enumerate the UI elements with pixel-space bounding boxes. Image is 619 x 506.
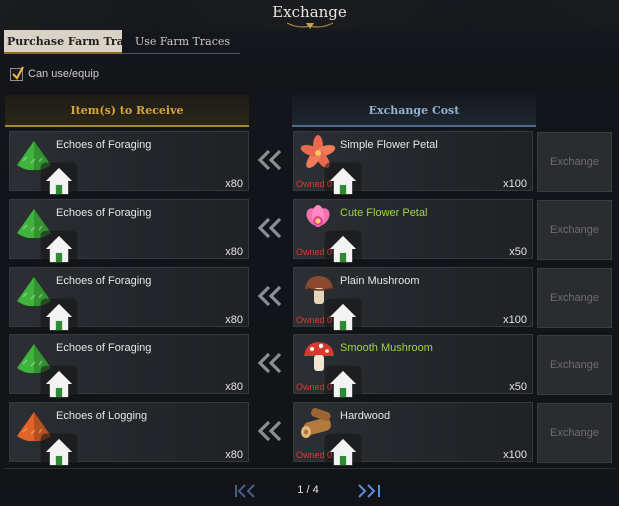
- receive-item-quantity: x80: [225, 246, 243, 258]
- cost-item-name: Smooth Mushroom: [340, 342, 433, 354]
- receive-item-name: Echoes of Foraging: [56, 342, 152, 354]
- tab-purchase-farm-traces[interactable]: Purchase Farm Trac: [4, 30, 122, 54]
- cost-item-quantity: x50: [509, 246, 527, 258]
- next-last-page-icon[interactable]: [356, 483, 384, 499]
- cost-item-card[interactable]: Plain Mushroom Owned 0 x100: [293, 267, 533, 336]
- cost-item-quantity: x50: [509, 381, 527, 393]
- double-chevron-left-icon: [257, 149, 282, 171]
- exchange-row: Echoes of Logging x80 Hardwood Owned 0 x…: [0, 402, 619, 471]
- cost-item-card[interactable]: Cute Flower Petal Owned 0 x50: [293, 199, 533, 268]
- receive-item-icon: [13, 203, 78, 268]
- owned-count: Owned 0: [296, 247, 333, 257]
- receive-item-name: Echoes of Foraging: [56, 275, 152, 287]
- receive-item-icon: [13, 135, 78, 200]
- cost-item-name: Cute Flower Petal: [340, 207, 428, 219]
- can-use-checkbox[interactable]: [10, 65, 24, 81]
- receive-item-card[interactable]: Echoes of Foraging x80: [9, 199, 249, 268]
- home-badge-icon: [40, 298, 78, 336]
- home-badge-icon: [40, 365, 78, 403]
- cost-item-card[interactable]: Smooth Mushroom Owned 0 x50: [293, 334, 533, 403]
- home-badge-icon: [40, 230, 78, 268]
- exchange-button[interactable]: Exchange: [537, 132, 612, 192]
- window-title: Exchange: [272, 3, 347, 21]
- receive-item-card[interactable]: Echoes of Logging x80: [9, 402, 249, 471]
- exchange-row: Echoes of Foraging x80 Simple Flower Pet…: [0, 131, 619, 200]
- owned-count: Owned 0: [296, 450, 333, 460]
- exchange-row: Echoes of Foraging x80 Plain Mushroom Ow…: [0, 267, 619, 336]
- receive-item-quantity: x80: [225, 178, 243, 190]
- cost-item-name: Hardwood: [340, 410, 391, 422]
- cost-item-icon: [297, 135, 362, 200]
- cost-column-header: Exchange Cost: [292, 95, 536, 127]
- receive-column-header: Item(s) to Receive: [5, 95, 249, 127]
- first-prev-page-icon[interactable]: [232, 483, 260, 499]
- cost-header-label: Exchange Cost: [368, 104, 460, 117]
- home-badge-icon: [40, 162, 78, 200]
- cost-item-card[interactable]: Simple Flower Petal Owned 0 x100: [293, 131, 533, 200]
- owned-count: Owned 0: [296, 179, 333, 189]
- cost-item-icon: [297, 271, 362, 336]
- checkmark-icon: [12, 65, 24, 80]
- can-use-label: Can use/equip: [28, 68, 99, 80]
- cost-item-icon: [297, 406, 362, 471]
- double-chevron-left-icon: [257, 352, 282, 374]
- cost-item-card[interactable]: Hardwood Owned 0 x100: [293, 402, 533, 471]
- cost-item-name: Plain Mushroom: [340, 275, 420, 287]
- receive-item-name: Echoes of Foraging: [56, 207, 152, 219]
- double-chevron-left-icon: [257, 285, 282, 307]
- receive-item-icon: [13, 338, 78, 403]
- can-use-filter[interactable]: Can use/equip: [10, 65, 99, 81]
- exchange-button[interactable]: Exchange: [537, 403, 612, 463]
- receive-item-quantity: x80: [225, 449, 243, 461]
- double-chevron-left-icon: [257, 217, 282, 239]
- exchange-button[interactable]: Exchange: [537, 200, 612, 260]
- owned-count: Owned 0: [296, 382, 333, 392]
- exchange-row: Echoes of Foraging x80 Cute Flower Petal…: [0, 199, 619, 268]
- footer-divider: [4, 468, 615, 469]
- cost-item-icon: [297, 203, 362, 268]
- home-badge-icon: [40, 433, 78, 471]
- cost-item-quantity: x100: [503, 178, 527, 190]
- double-chevron-left-icon: [257, 420, 282, 442]
- exchange-window: Exchange Purchase Farm Trac Use Farm Tra…: [0, 0, 619, 506]
- cost-item-quantity: x100: [503, 449, 527, 461]
- pagination: 1 / 4: [0, 480, 619, 502]
- receive-item-icon: [13, 271, 78, 336]
- receive-header-label: Item(s) to Receive: [70, 104, 184, 117]
- receive-item-name: Echoes of Logging: [56, 410, 148, 422]
- owned-count: Owned 0: [296, 315, 333, 325]
- receive-item-icon: [13, 406, 78, 471]
- receive-item-quantity: x80: [225, 314, 243, 326]
- exchange-button[interactable]: Exchange: [537, 335, 612, 395]
- receive-item-name: Echoes of Foraging: [56, 139, 152, 151]
- receive-item-card[interactable]: Echoes of Foraging x80: [9, 131, 249, 200]
- exchange-button[interactable]: Exchange: [537, 268, 612, 328]
- cost-item-quantity: x100: [503, 314, 527, 326]
- tab-use-farm-traces[interactable]: Use Farm Traces: [132, 30, 240, 54]
- receive-item-card[interactable]: Echoes of Foraging x80: [9, 267, 249, 336]
- receive-item-quantity: x80: [225, 381, 243, 393]
- title-ornament-icon: [286, 22, 334, 29]
- title-bar: Exchange: [0, 0, 619, 30]
- page-indicator: 1 / 4: [297, 484, 319, 496]
- exchange-row: Echoes of Foraging x80 Smooth Mushroom O…: [0, 334, 619, 403]
- receive-item-card[interactable]: Echoes of Foraging x80: [9, 334, 249, 403]
- tab-bar: Purchase Farm Trac Use Farm Traces: [4, 30, 240, 54]
- cost-item-icon: [297, 338, 362, 403]
- cost-item-name: Simple Flower Petal: [340, 139, 438, 151]
